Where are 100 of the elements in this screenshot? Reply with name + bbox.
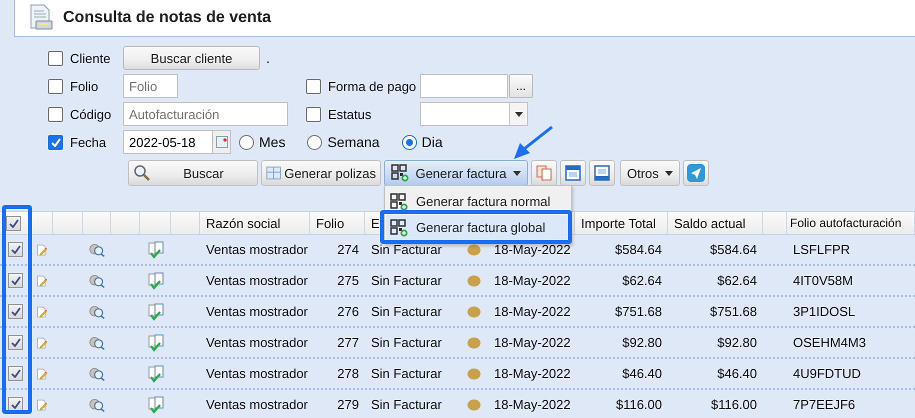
- table-cell: Ventas mostrador: [206, 366, 308, 381]
- menu-item[interactable]: Generar factura global: [386, 215, 570, 240]
- table-cell: 275: [337, 273, 359, 288]
- table-cell: Sin Facturar: [371, 304, 442, 319]
- date-field[interactable]: 2022-05-18: [123, 130, 213, 154]
- filter-label: Folio: [70, 78, 98, 94]
- checkbox[interactable]: [306, 78, 321, 94]
- generate-invoice-button[interactable]: Generar factura: [384, 160, 528, 186]
- checkbox[interactable]: [48, 78, 63, 94]
- calendar-button[interactable]: [213, 130, 231, 154]
- toolbar-button[interactable]: Generar polizas: [261, 160, 381, 186]
- checkbox[interactable]: [306, 106, 321, 122]
- input-field[interactable]: [420, 74, 508, 98]
- checkbox[interactable]: [8, 242, 23, 257]
- page-title: Consulta de notas de venta: [63, 9, 272, 27]
- icon-button[interactable]: [531, 160, 557, 186]
- column-header: Importe Total: [581, 216, 656, 230]
- radio-label: Dia: [422, 134, 443, 150]
- table-cell: 18-May-2022: [494, 304, 571, 319]
- window-icon: [594, 165, 610, 181]
- table-cell: 18-May-2022: [494, 397, 571, 412]
- column-header: Saldo actual: [674, 216, 746, 230]
- checkbox[interactable]: [8, 366, 23, 381]
- checkbox[interactable]: [48, 50, 63, 66]
- caret-icon: [513, 170, 521, 176]
- table-cell: 7P7EEJF6: [793, 397, 856, 412]
- icon-button[interactable]: [589, 160, 615, 186]
- column-header: E: [371, 216, 380, 230]
- document-check-icon[interactable]: [148, 364, 164, 382]
- toolbar-button[interactable]: Buscar: [128, 160, 258, 186]
- table-cell: Ventas mostrador: [206, 397, 308, 412]
- radio-label: Semana: [327, 134, 380, 150]
- calendar-icon: [216, 136, 228, 148]
- document-check-icon[interactable]: [148, 396, 164, 414]
- filter-label: Forma de pago: [328, 78, 416, 94]
- checkbox[interactable]: [48, 106, 63, 122]
- checkbox[interactable]: [8, 304, 23, 319]
- filter-label: Cliente: [70, 50, 110, 66]
- column-header: Folio: [316, 216, 344, 230]
- table-cell: $46.40: [717, 366, 757, 381]
- table-cell: 277: [337, 335, 359, 350]
- status-dot-icon: [467, 274, 481, 286]
- radio-button[interactable]: [402, 134, 417, 150]
- table-cell: 18-May-2022: [494, 366, 571, 381]
- checkbox[interactable]: [8, 335, 23, 350]
- filter-label: Fecha: [70, 134, 106, 150]
- radio-label: Mes: [259, 134, 286, 150]
- document-check-icon[interactable]: [148, 272, 164, 290]
- table-cell: $584.64: [710, 242, 757, 257]
- menu-button[interactable]: Otros: [620, 160, 680, 186]
- search-icon: [133, 164, 151, 182]
- table-cell: 4IT0V58M: [793, 273, 853, 288]
- radio-button[interactable]: [239, 134, 254, 150]
- table-cell: 18-May-2022: [494, 335, 571, 350]
- table-cell: 276: [337, 304, 359, 319]
- send-icon: [686, 164, 705, 182]
- checkbox[interactable]: [6, 216, 21, 230]
- input-field[interactable]: Autofacturación: [123, 102, 288, 126]
- input-field[interactable]: Folio: [123, 74, 178, 98]
- table-cell: 3P1IDOSL: [793, 304, 856, 319]
- icon-button[interactable]: [560, 160, 586, 186]
- filter-label: Estatus: [328, 106, 372, 122]
- select-field[interactable]: [420, 102, 528, 126]
- table-cell: Sin Facturar: [371, 242, 442, 257]
- table-cell: Sin Facturar: [371, 366, 442, 381]
- table-cell: $116.00: [710, 397, 757, 412]
- table-cell: OSEHM4M3: [793, 335, 866, 350]
- status-dot-icon: [467, 398, 481, 410]
- qr-code-icon: [391, 164, 409, 182]
- menu-item[interactable]: Generar factura normal: [386, 189, 570, 214]
- window-icon: [565, 165, 581, 181]
- column-header: Razón social: [206, 216, 280, 230]
- table-cell: $92.80: [717, 335, 757, 350]
- table-cell: $751.68: [615, 304, 662, 319]
- table-cell: $62.64: [622, 273, 662, 288]
- table-cell: Sin Facturar: [371, 397, 442, 412]
- document-check-icon[interactable]: [148, 240, 164, 258]
- table-cell: Ventas mostrador: [206, 335, 308, 350]
- caret-icon: [664, 170, 673, 176]
- checkbox[interactable]: [8, 273, 23, 288]
- icon-button[interactable]: [682, 160, 709, 186]
- document-check-icon[interactable]: [148, 334, 164, 352]
- table-cell: $584.64: [615, 242, 662, 257]
- caret-icon: [514, 112, 522, 116]
- table-cell: Sin Facturar: [371, 335, 442, 350]
- table-cell: 18-May-2022: [494, 273, 571, 288]
- radio-button[interactable]: [307, 134, 322, 150]
- ledger-icon: [266, 164, 282, 182]
- table-cell: $92.80: [622, 335, 662, 350]
- search-client-button[interactable]: Buscar cliente: [123, 46, 260, 70]
- table-cell: 279: [337, 397, 359, 412]
- table-cell: $62.64: [717, 273, 757, 288]
- table-cell: $46.40: [622, 366, 662, 381]
- checkbox[interactable]: [48, 134, 63, 150]
- document-check-icon[interactable]: [148, 302, 164, 320]
- table-cell: Ventas mostrador: [206, 273, 308, 288]
- browse-button[interactable]: ...: [509, 74, 533, 98]
- table-cell: Ventas mostrador: [206, 242, 308, 257]
- table-cell: 4U9FDTUD: [793, 366, 861, 381]
- table-cell: 274: [337, 242, 359, 257]
